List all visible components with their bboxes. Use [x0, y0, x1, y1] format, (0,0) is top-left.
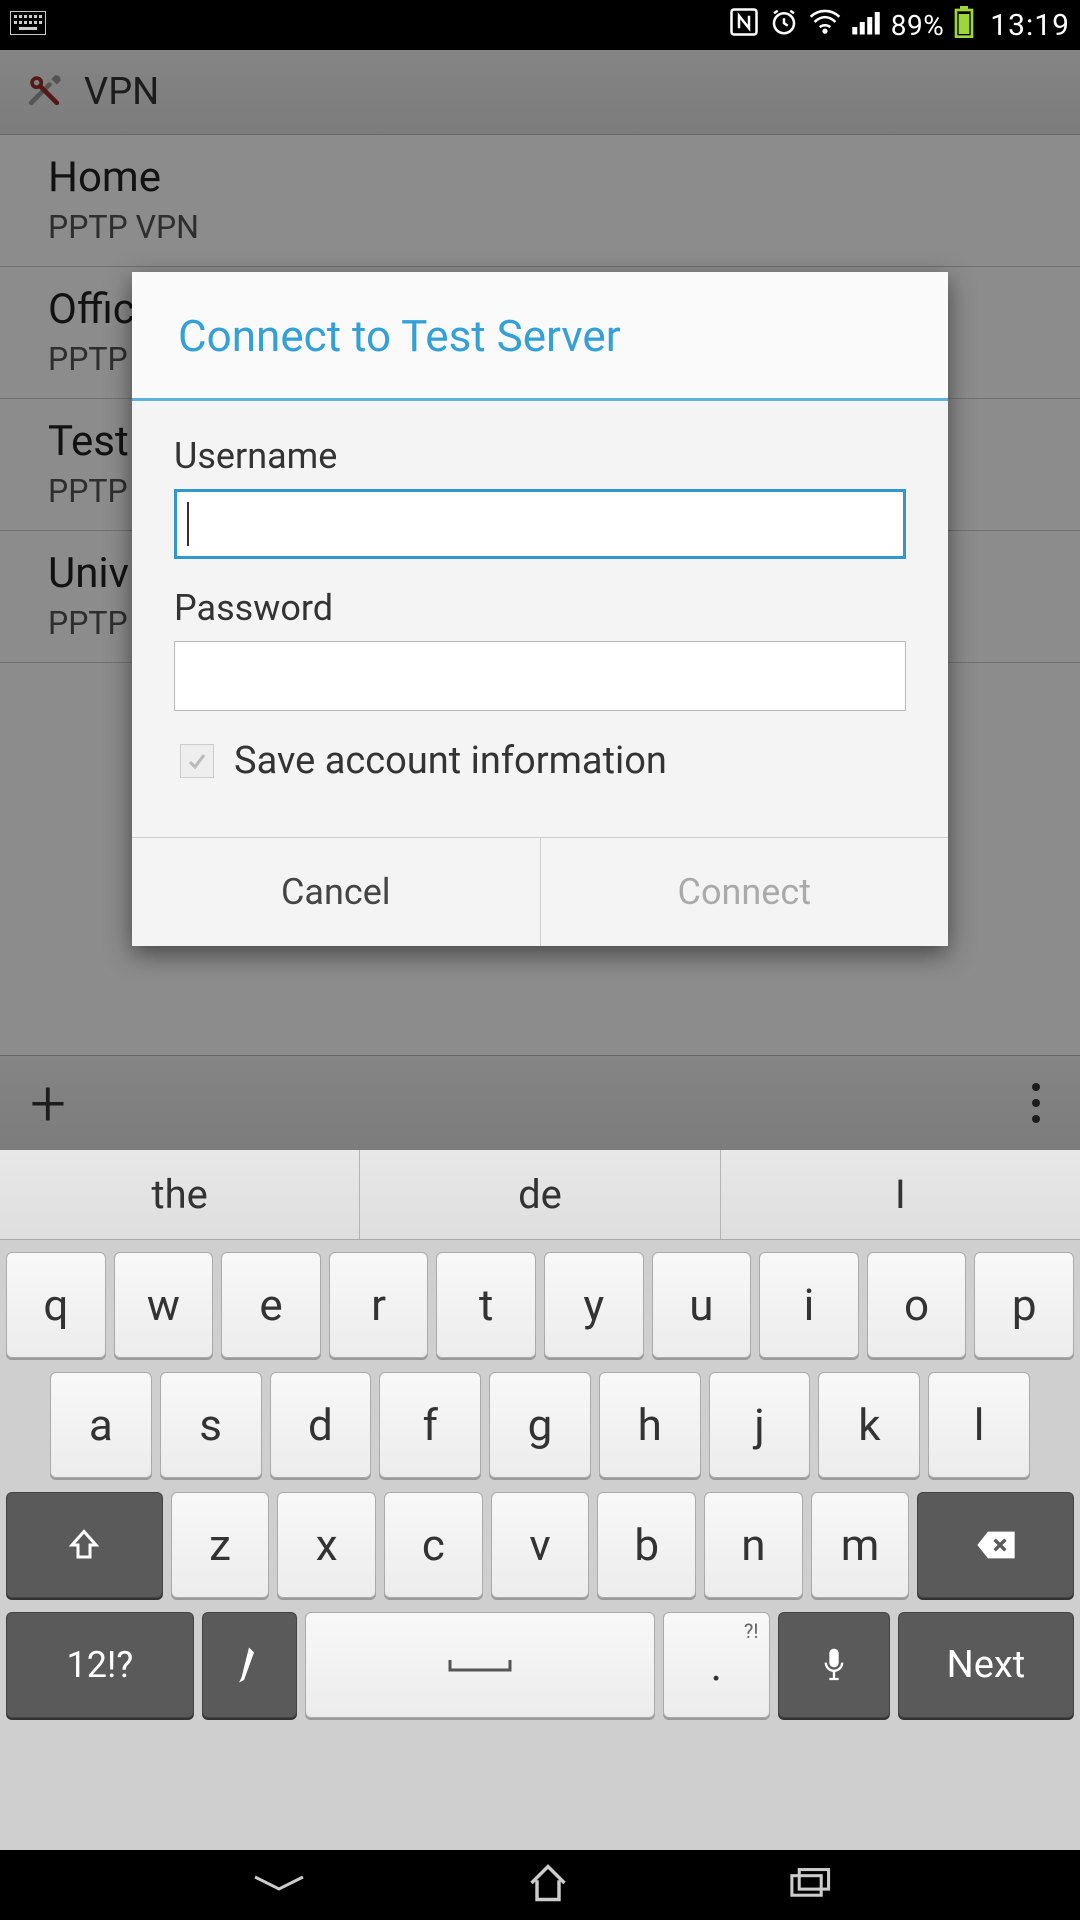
key-j[interactable]: j	[709, 1372, 811, 1478]
space-key[interactable]	[305, 1612, 655, 1718]
key-e[interactable]: e	[221, 1252, 321, 1358]
username-label: Username	[174, 435, 906, 477]
soft-keyboard: the de I q w e r t y u i o p a s d f	[0, 1150, 1080, 1850]
status-bar: 89% 13:19	[0, 0, 1080, 50]
suggestion[interactable]: the	[0, 1150, 360, 1239]
key-z[interactable]: z	[171, 1492, 270, 1598]
recent-apps-button[interactable]	[787, 1865, 831, 1905]
key-o[interactable]: o	[867, 1252, 967, 1358]
wifi-icon	[809, 9, 841, 42]
mic-key[interactable]	[778, 1612, 890, 1718]
key-f[interactable]: f	[379, 1372, 481, 1478]
period-key[interactable]: ?! .	[663, 1612, 770, 1718]
backspace-key[interactable]	[917, 1492, 1074, 1598]
key-g[interactable]: g	[489, 1372, 591, 1478]
navigation-bar	[0, 1850, 1080, 1920]
battery-icon	[954, 6, 974, 45]
suggestion-row: the de I	[0, 1150, 1080, 1240]
handwriting-key[interactable]	[202, 1612, 297, 1718]
key-n[interactable]: n	[704, 1492, 803, 1598]
alarm-icon	[769, 7, 799, 44]
dialog-title: Connect to Test Server	[132, 272, 948, 401]
password-label: Password	[174, 587, 906, 629]
signal-icon	[851, 9, 881, 42]
battery-percent: 89%	[891, 9, 944, 42]
key-t[interactable]: t	[436, 1252, 536, 1358]
cancel-button[interactable]: Cancel	[132, 838, 540, 946]
back-button[interactable]	[249, 1868, 309, 1902]
key-v[interactable]: v	[491, 1492, 590, 1598]
password-field[interactable]	[174, 641, 906, 711]
key-p[interactable]: p	[974, 1252, 1074, 1358]
status-clock: 13:19	[990, 8, 1070, 43]
key-x[interactable]: x	[277, 1492, 376, 1598]
key-i[interactable]: i	[759, 1252, 859, 1358]
nfc-icon	[729, 7, 759, 44]
key-w[interactable]: w	[114, 1252, 214, 1358]
key-d[interactable]: d	[270, 1372, 372, 1478]
key-h[interactable]: h	[599, 1372, 701, 1478]
key-r[interactable]: r	[329, 1252, 429, 1358]
vpn-connect-dialog: Connect to Test Server Username Password…	[132, 272, 948, 946]
save-account-checkbox[interactable]	[180, 744, 214, 778]
suggestion[interactable]: de	[360, 1150, 720, 1239]
save-account-label: Save account information	[234, 739, 667, 783]
key-b[interactable]: b	[597, 1492, 696, 1598]
symbols-key[interactable]: 12!?	[6, 1612, 194, 1718]
suggestion[interactable]: I	[721, 1150, 1080, 1239]
key-q[interactable]: q	[6, 1252, 106, 1358]
key-c[interactable]: c	[384, 1492, 483, 1598]
username-field[interactable]	[174, 489, 906, 559]
shift-key[interactable]	[6, 1492, 163, 1598]
key-k[interactable]: k	[818, 1372, 920, 1478]
key-l[interactable]: l	[928, 1372, 1030, 1478]
key-y[interactable]: y	[544, 1252, 644, 1358]
key-s[interactable]: s	[160, 1372, 262, 1478]
key-u[interactable]: u	[652, 1252, 752, 1358]
keyboard-indicator-icon	[10, 9, 46, 42]
key-a[interactable]: a	[50, 1372, 152, 1478]
connect-button[interactable]: Connect	[540, 838, 949, 946]
next-key[interactable]: Next	[898, 1612, 1074, 1718]
key-m[interactable]: m	[811, 1492, 910, 1598]
home-button[interactable]	[526, 1861, 570, 1909]
